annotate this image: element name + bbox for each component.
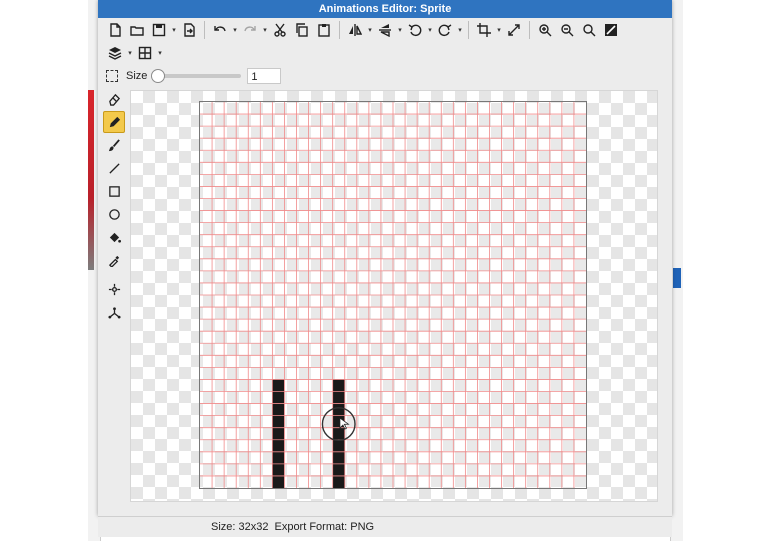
selection-icon[interactable] <box>106 70 118 82</box>
dropdown-caret-icon[interactable]: ▾ <box>126 49 134 57</box>
sprite-canvas[interactable] <box>199 101 587 489</box>
filled-pixel[interactable] <box>272 391 285 404</box>
filled-pixel[interactable] <box>272 427 285 440</box>
rotate-right-icon[interactable] <box>434 20 456 40</box>
dropdown-caret-icon[interactable]: ▾ <box>170 26 178 34</box>
eyedropper-icon[interactable] <box>103 249 125 271</box>
toolbar-separator <box>529 21 530 39</box>
dropdown-caret-icon[interactable]: ▾ <box>396 26 404 34</box>
fill-bucket-icon[interactable] <box>103 226 125 248</box>
brush-size-control: Size 1 <box>106 66 282 86</box>
status-bar: Size: 32x32 Export Format: PNG <box>98 516 672 537</box>
resize-icon[interactable] <box>503 20 525 40</box>
toolbar-separator <box>204 21 205 39</box>
zoom-in-icon[interactable] <box>534 20 556 40</box>
export-icon[interactable] <box>178 20 200 40</box>
filled-pixel[interactable] <box>272 403 285 416</box>
dropdown-caret-icon[interactable]: ▾ <box>366 26 374 34</box>
line-icon[interactable] <box>103 157 125 179</box>
actual-size-icon[interactable] <box>600 20 622 40</box>
eraser-icon[interactable] <box>103 88 125 110</box>
flip-horizontal-icon[interactable] <box>344 20 366 40</box>
filled-pixel[interactable] <box>332 451 345 464</box>
copy-icon[interactable] <box>291 20 313 40</box>
status-size: Size: 32x32 <box>211 521 269 533</box>
size-input[interactable]: 1 <box>247 68 282 84</box>
dropdown-caret-icon[interactable]: ▾ <box>156 49 164 57</box>
toolbar-separator <box>339 21 340 39</box>
zoom-fit-icon[interactable] <box>578 20 600 40</box>
filled-pixel[interactable] <box>332 379 345 392</box>
pixel-grid[interactable] <box>200 102 586 488</box>
pencil-icon[interactable] <box>103 111 125 133</box>
transform-icon[interactable] <box>103 301 125 323</box>
status-export-format: Export Format: PNG <box>274 521 375 533</box>
undo-icon[interactable] <box>209 20 231 40</box>
dropdown-caret-icon[interactable]: ▾ <box>231 26 239 34</box>
ellipse-icon[interactable] <box>103 203 125 225</box>
filled-pixel[interactable] <box>272 415 285 428</box>
window-title: Animations Editor: Sprite <box>98 0 672 18</box>
dropdown-caret-icon[interactable]: ▾ <box>495 26 503 34</box>
open-folder-icon[interactable] <box>126 20 148 40</box>
filled-pixel[interactable] <box>272 463 285 476</box>
filled-pixel[interactable] <box>332 463 345 476</box>
background-accent <box>673 268 681 288</box>
dropdown-caret-icon[interactable]: ▾ <box>456 26 464 34</box>
filled-pixel[interactable] <box>332 391 345 404</box>
save-icon[interactable] <box>148 20 170 40</box>
dropdown-caret-icon[interactable]: ▾ <box>426 26 434 34</box>
filled-pixel[interactable] <box>272 475 285 488</box>
filled-pixel[interactable] <box>272 451 285 464</box>
grid-icon[interactable] <box>134 43 156 63</box>
main-toolbar: ▾ ▾ ▾ ▾ ▾ ▾ ▾ ▾ <box>104 19 622 41</box>
toolbar-separator <box>468 21 469 39</box>
size-label: Size <box>126 70 148 82</box>
filled-pixel[interactable] <box>332 439 345 452</box>
rotate-left-icon[interactable] <box>404 20 426 40</box>
dropdown-caret-icon[interactable]: ▾ <box>261 26 269 34</box>
flip-vertical-icon[interactable] <box>374 20 396 40</box>
filled-pixel[interactable] <box>272 439 285 452</box>
rectangle-icon[interactable] <box>103 180 125 202</box>
crop-icon[interactable] <box>473 20 495 40</box>
layers-icon[interactable] <box>104 43 126 63</box>
drawing-tools <box>103 88 127 324</box>
zoom-out-icon[interactable] <box>556 20 578 40</box>
filled-pixel[interactable] <box>332 427 345 440</box>
brush-icon[interactable] <box>103 134 125 156</box>
move-point-icon[interactable] <box>103 278 125 300</box>
cut-icon[interactable] <box>269 20 291 40</box>
canvas-area[interactable] <box>130 90 658 502</box>
size-slider-knob[interactable] <box>151 69 166 83</box>
redo-icon[interactable] <box>239 20 261 40</box>
animations-editor-window: Animations Editor: Sprite ▾ ▾ ▾ ▾ ▾ ▾ ▾ ▾ ▾ ▾ Si… <box>98 0 672 516</box>
secondary-toolbar: ▾ ▾ <box>104 42 164 64</box>
new-file-icon[interactable] <box>104 20 126 40</box>
filled-pixel[interactable] <box>332 475 345 488</box>
background-color-strip <box>88 90 94 270</box>
paste-icon[interactable] <box>313 20 335 40</box>
size-slider[interactable] <box>151 69 242 83</box>
filled-pixel[interactable] <box>272 379 285 392</box>
filled-pixel[interactable] <box>332 403 345 416</box>
